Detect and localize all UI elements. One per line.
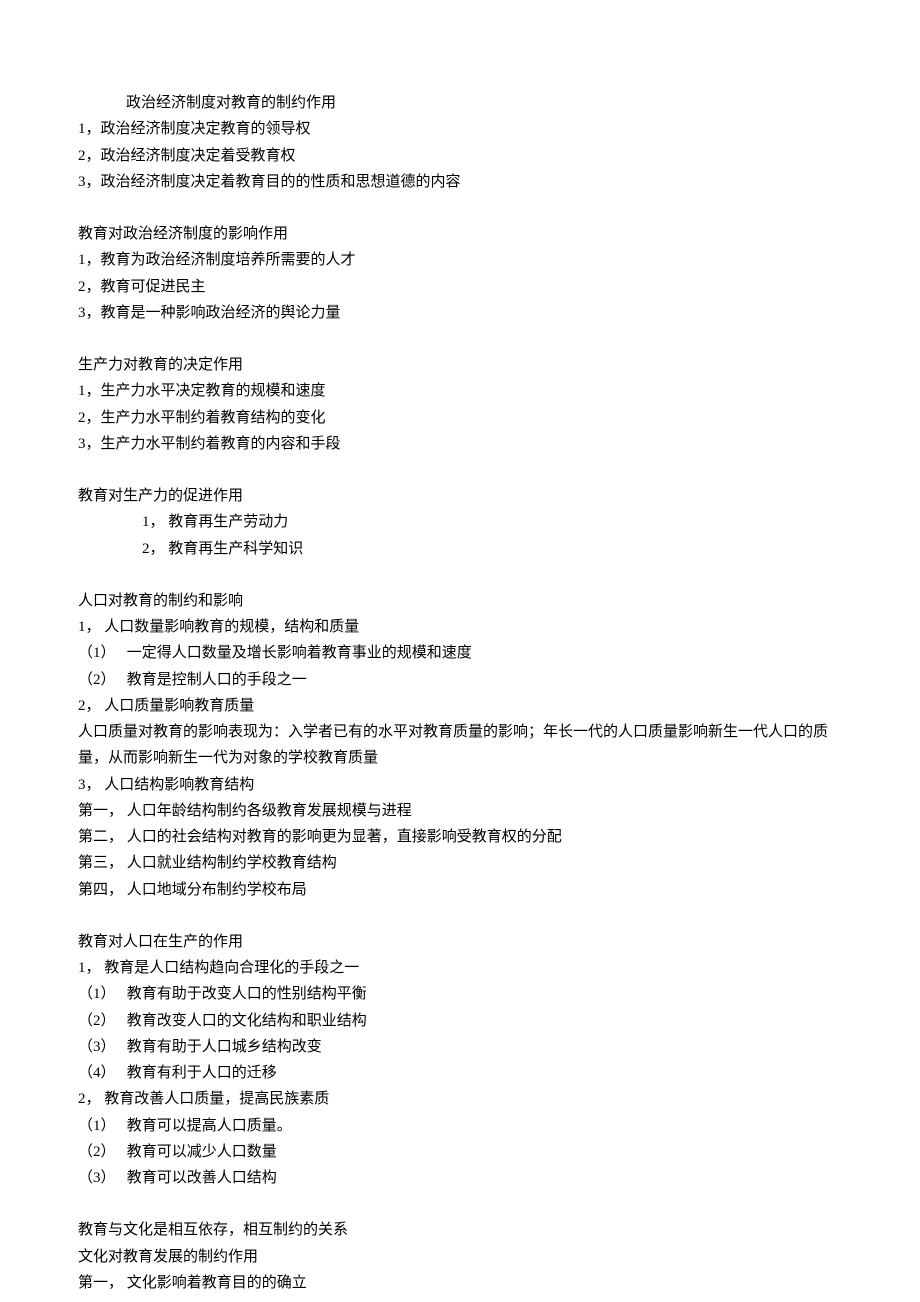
text-line: 2，教育可促进民主 <box>78 274 842 300</box>
text-line: 2， 教育再生产科学知识 <box>78 536 842 562</box>
text-line <box>78 195 842 221</box>
text-line: 第二， 人口的社会结构对教育的影响更为显著，直接影响受教育权的分配 <box>78 824 842 850</box>
text-line <box>78 562 842 588</box>
text-line: 1，生产力水平决定教育的规模和速度 <box>78 378 842 404</box>
text-line: （2） 教育是控制人口的手段之一 <box>78 667 842 693</box>
text-line: （1） 一定得人口数量及增长影响着教育事业的规模和速度 <box>78 640 842 666</box>
text-line: 第一， 文化影响着教育目的的确立 <box>78 1270 842 1296</box>
text-line: （3） 教育可以改善人口结构 <box>78 1165 842 1191</box>
text-line: 生产力对教育的决定作用 <box>78 352 842 378</box>
text-line: 人口质量对教育的影响表现为：入学者已有的水平对教育质量的影响；年长一代的人口质量… <box>78 719 842 772</box>
text-line: 文化对教育发展的制约作用 <box>78 1244 842 1270</box>
text-line: 2，政治经济制度决定着受教育权 <box>78 143 842 169</box>
text-line: （3） 教育有助于人口城乡结构改变 <box>78 1034 842 1060</box>
text-line: 2， 人口质量影响教育质量 <box>78 693 842 719</box>
text-line: （1） 教育可以提高人口质量。 <box>78 1113 842 1139</box>
text-line: （2） 教育改变人口的文化结构和职业结构 <box>78 1008 842 1034</box>
text-line: 3，教育是一种影响政治经济的舆论力量 <box>78 300 842 326</box>
text-line: 1， 人口数量影响教育的规模，结构和质量 <box>78 614 842 640</box>
text-line <box>78 457 842 483</box>
text-line: 2， 教育改善人口质量，提高民族素质 <box>78 1086 842 1112</box>
text-line: 教育对人口在生产的作用 <box>78 929 842 955</box>
text-line <box>78 326 842 352</box>
text-line: 1， 教育再生产劳动力 <box>78 509 842 535</box>
text-line: 3，政治经济制度决定着教育目的的性质和思想道德的内容 <box>78 169 842 195</box>
text-line: 1， 教育是人口结构趋向合理化的手段之一 <box>78 955 842 981</box>
text-line: 1，教育为政治经济制度培养所需要的人才 <box>78 247 842 273</box>
text-line: 政治经济制度对教育的制约作用 <box>78 90 842 116</box>
text-line: 3， 人口结构影响教育结构 <box>78 772 842 798</box>
text-line: 1，政治经济制度决定教育的领导权 <box>78 116 842 142</box>
text-line: 教育对政治经济制度的影响作用 <box>78 221 842 247</box>
text-line: 第四， 人口地域分布制约学校布局 <box>78 877 842 903</box>
text-line <box>78 1191 842 1217</box>
text-line: 第一， 人口年龄结构制约各级教育发展规模与进程 <box>78 798 842 824</box>
text-line: 2，生产力水平制约着教育结构的变化 <box>78 405 842 431</box>
document-body: 政治经济制度对教育的制约作用1，政治经济制度决定教育的领导权2，政治经济制度决定… <box>78 90 842 1296</box>
text-line: 教育与文化是相互依存，相互制约的关系 <box>78 1217 842 1243</box>
text-line: （1） 教育有助于改变人口的性别结构平衡 <box>78 981 842 1007</box>
text-line: 人口对教育的制约和影响 <box>78 588 842 614</box>
text-line: 教育对生产力的促进作用 <box>78 483 842 509</box>
text-line: （4） 教育有利于人口的迁移 <box>78 1060 842 1086</box>
text-line: 第三， 人口就业结构制约学校教育结构 <box>78 850 842 876</box>
text-line: （2） 教育可以减少人口数量 <box>78 1139 842 1165</box>
text-line: 3，生产力水平制约着教育的内容和手段 <box>78 431 842 457</box>
text-line <box>78 903 842 929</box>
